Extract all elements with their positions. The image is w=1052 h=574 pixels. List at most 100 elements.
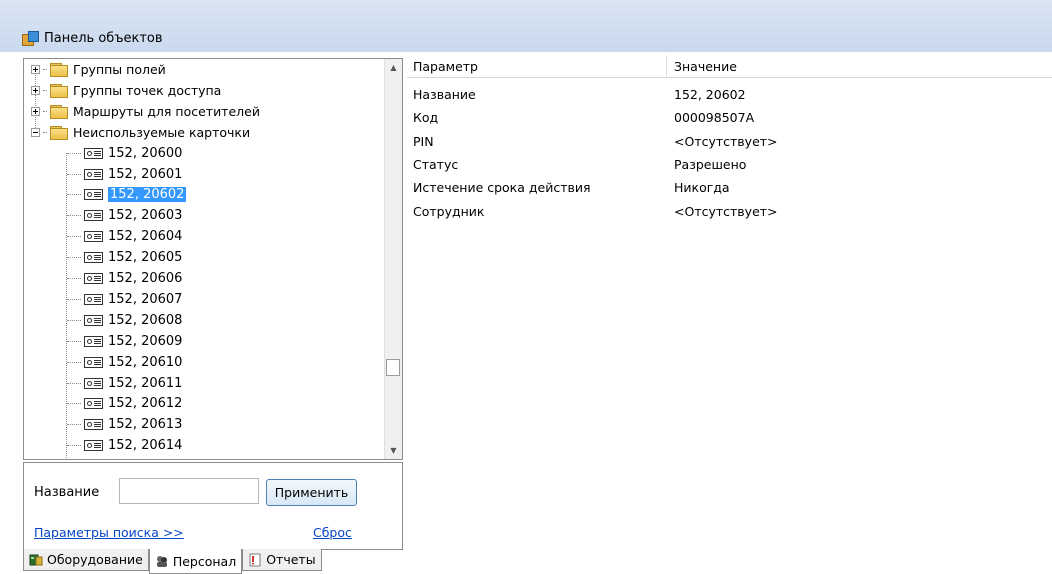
tree-card-item[interactable]: 152, 20602 [66,184,187,205]
reports-icon [248,553,262,567]
tree-card-item[interactable]: 152, 20600 [66,143,182,164]
scroll-down-arrow-icon[interactable]: ▼ [385,442,402,459]
tree-connector [43,131,47,133]
property-value[interactable]: <Отсутствует> [674,204,778,224]
tree-card-item[interactable]: 152, 20603 [66,205,182,226]
tree-connector [43,110,47,112]
folder-icon [50,83,68,98]
apply-button[interactable]: Применить [266,479,357,506]
tree-card-item[interactable]: 152, 20605 [66,247,182,268]
card-icon [84,147,103,159]
tree-group-label: Маршруты для посетителей [73,103,260,119]
tab-reports-label: Отчеты [266,552,316,567]
property-value[interactable]: Разрешено [674,157,746,177]
card-label: 152, 20614 [108,438,183,454]
property-value[interactable]: <Отсутствует> [674,134,778,154]
property-name: Истечение срока действия [413,180,591,196]
search-panel: Название Применить Параметры поиска >> С… [23,462,403,550]
reset-link[interactable]: Сброс [313,525,352,540]
folder-icon [50,104,68,119]
card-icon [84,231,103,243]
property-value[interactable]: Никогда [674,180,730,200]
column-header-param[interactable]: Параметр [413,59,478,74]
tree-group-item[interactable]: Неиспользуемые карточки [24,122,250,143]
tree-card-item[interactable]: 152, 20611 [66,373,182,394]
tree-connector [67,424,81,426]
tree-card-item[interactable]: 152, 20606 [66,268,182,289]
card-icon [84,293,103,305]
card-label: 152, 20612 [108,396,183,412]
column-divider[interactable] [666,55,667,77]
tree-card-item[interactable]: 152, 20613 [66,414,182,435]
properties-grid: Параметр Значение Название 152, 20602 Код 0… [407,55,1052,574]
card-label: 152, 20600 [108,145,183,161]
property-name: Сотрудник [413,203,485,219]
tree-group-item[interactable]: Группы точек доступа [24,80,221,101]
card-label: 152, 20603 [108,208,183,224]
expand-icon[interactable] [31,85,40,95]
column-header-value[interactable]: Значение [674,59,737,74]
tree-connector [67,361,81,363]
tree-group-label: Группы точек доступа [73,82,222,98]
tree-group-item[interactable]: Маршруты для посетителей [24,101,260,122]
tree-card-item[interactable]: 152, 20608 [66,310,182,331]
name-search-input[interactable] [119,478,259,504]
folder-icon [50,125,68,140]
card-icon [84,273,103,284]
search-params-link[interactable]: Параметры поиска >> [34,525,184,540]
tab-reports[interactable]: Отчеты [242,549,322,571]
expand-icon[interactable] [31,106,40,116]
tree-connector [43,89,47,91]
card-icon [84,314,103,326]
card-icon [84,356,103,368]
tree-card-item[interactable]: 152, 20604 [66,226,182,247]
tree-card-item[interactable]: 152, 20601 [66,164,182,185]
tab-equipment-label: Оборудование [47,552,143,567]
tab-equipment[interactable]: Оборудование [23,549,149,571]
property-value[interactable]: 152, 20602 [674,87,746,107]
tree-card-item[interactable]: 152, 20612 [66,393,182,414]
card-icon [84,440,103,452]
card-icon [84,377,103,389]
scroll-up-arrow-icon[interactable]: ▲ [385,59,402,76]
property-name: Код [413,110,439,126]
tree-scrollbar[interactable]: ▲ ▼ [384,59,402,459]
tree-connector [67,445,81,447]
card-icon [84,189,103,201]
bottom-tabs: Оборудование Персонал Отчеты [23,549,322,574]
card-label: 152, 20608 [108,312,183,328]
expand-icon[interactable] [31,65,40,74]
properties-header: Параметр Значение [407,55,1052,78]
property-name: Название [413,87,476,102]
name-label: Название [34,485,100,500]
card-label: 152, 20607 [108,291,183,307]
card-label: 152, 20602 [108,187,187,203]
tree-connector [67,403,81,405]
tree-card-item[interactable]: 152, 20610 [66,352,182,373]
tree-connector [67,278,81,279]
property-value[interactable]: 000098507A [674,110,754,130]
tree-card-item[interactable]: 152, 20609 [66,331,182,352]
collapse-icon[interactable] [31,127,40,137]
card-label: 152, 20605 [108,250,183,266]
property-name: Статус [413,156,459,172]
tree-connector [67,152,81,154]
scroll-thumb[interactable] [386,359,400,376]
card-label: 152, 20601 [108,166,183,182]
card-label: 152, 20604 [108,229,183,245]
tree-connector [67,194,81,196]
object-tree[interactable]: Группы полей Группы точек доступа Маршруты… [23,58,403,460]
tree-connector [67,319,81,321]
card-icon [84,398,103,410]
tree-group-item[interactable]: Группы полей [24,59,166,80]
tree-card-item[interactable]: 152, 20607 [66,289,182,310]
tree-connector [67,382,81,384]
card-label: 152, 20611 [108,375,183,391]
window-title: Панель объектов [44,30,163,46]
tree-connector [67,257,81,259]
tab-personnel[interactable]: Персонал [148,549,243,574]
tree-card-item[interactable]: 152, 20614 [66,435,182,456]
card-label: 152, 20610 [108,354,183,370]
tree-connector [67,215,81,217]
card-label: 152, 20609 [108,333,183,349]
